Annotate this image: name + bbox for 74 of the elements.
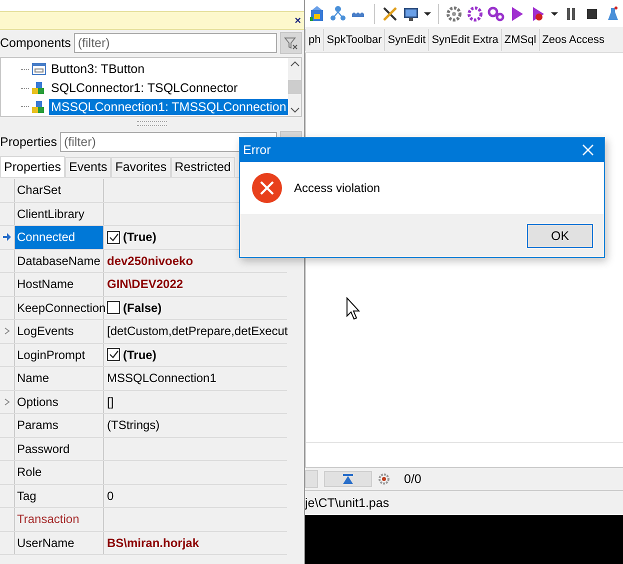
property-value: (True) xyxy=(123,348,156,362)
palette-tab[interactable]: ZMSql xyxy=(500,28,539,50)
property-value: BS\miran.horjak xyxy=(107,536,200,550)
blocks-icon xyxy=(32,100,46,114)
checkbox[interactable] xyxy=(107,230,120,244)
property-name[interactable]: Params xyxy=(14,414,104,436)
components-label: Components xyxy=(0,36,71,50)
toolbar-button[interactable] xyxy=(324,471,372,487)
window-icon xyxy=(32,62,46,76)
property-name[interactable]: Transaction xyxy=(14,508,104,530)
cursor-position: 0/0 xyxy=(404,472,422,486)
property-value: dev250nivoeko xyxy=(107,254,194,268)
property-value: (True) xyxy=(123,230,156,244)
checkbox[interactable] xyxy=(107,348,120,362)
property-name[interactable]: HostName xyxy=(14,273,104,296)
splitter-grip[interactable] xyxy=(137,120,167,126)
error-message: Access violation xyxy=(294,181,380,195)
inspector-tab[interactable]: Restricted xyxy=(170,157,235,177)
property-value: [] xyxy=(107,394,114,409)
filter-icon xyxy=(284,36,298,50)
property-name[interactable]: Options xyxy=(14,390,104,413)
property-name[interactable]: LoginPrompt xyxy=(14,344,104,366)
error-icon xyxy=(252,173,282,203)
arrow-icon xyxy=(3,233,11,242)
expand-icon[interactable] xyxy=(4,327,10,336)
file-path: je\CT\unit1.pas xyxy=(305,496,390,510)
property-value: (TStrings) xyxy=(107,418,160,432)
palette-tab[interactable]: SpkToolbar xyxy=(323,28,384,50)
palette-tab[interactable]: SynEdit Extra xyxy=(428,28,501,50)
property-name[interactable]: LogEvents xyxy=(14,320,104,342)
property-value: MSSQLConnection1 xyxy=(107,371,216,386)
tools-icon[interactable] xyxy=(381,4,399,22)
ok-button[interactable]: OK xyxy=(527,224,593,248)
close-hint-button[interactable]: × xyxy=(294,14,301,26)
property-name[interactable]: DatabaseName xyxy=(14,250,104,272)
scrollbar[interactable] xyxy=(288,58,302,116)
checkbox[interactable] xyxy=(107,301,120,314)
property-value: GIN\DEV2022 xyxy=(107,277,184,292)
inspector-tab[interactable]: Favorites xyxy=(111,157,171,177)
expand-icon[interactable] xyxy=(4,398,10,406)
property-name[interactable]: Tag xyxy=(14,484,104,507)
package-icon[interactable] xyxy=(308,4,326,22)
palette-tab[interactable]: SynEdit xyxy=(384,28,428,50)
chevron-down-icon[interactable] xyxy=(290,107,300,113)
mouse-pointer-icon xyxy=(346,297,360,321)
chevron-up-icon[interactable] xyxy=(290,61,300,67)
property-value: [detCustom,detPrepare,detExecut xyxy=(107,324,288,338)
property-value: (False) xyxy=(123,300,162,315)
property-name[interactable]: Role xyxy=(14,461,104,484)
property-value: 0 xyxy=(107,488,114,503)
inspector-tab[interactable]: Events xyxy=(64,157,112,177)
tree-item[interactable]: Button3: TButton xyxy=(49,61,147,78)
property-name[interactable]: Password xyxy=(14,438,104,460)
tree-item[interactable]: MSSQLConnection1: TMSSQLConnection xyxy=(49,98,288,115)
property-name[interactable]: UserName xyxy=(14,532,104,554)
close-icon[interactable] xyxy=(582,144,594,156)
components-filter-field[interactable]: (filter) xyxy=(74,33,277,53)
tree-item[interactable]: SQLConnector1: TSQLConnector xyxy=(49,80,240,96)
gear-icon[interactable] xyxy=(466,4,484,22)
property-name[interactable]: CharSet xyxy=(14,179,104,202)
gears-icon[interactable] xyxy=(487,4,505,22)
property-name[interactable]: Name xyxy=(14,367,104,390)
network-icon[interactable] xyxy=(329,4,347,22)
clear-filter-button[interactable] xyxy=(280,32,302,54)
triangle-bar-icon xyxy=(342,473,354,485)
gear-icon[interactable] xyxy=(445,4,463,22)
properties-label: Properties xyxy=(0,135,57,149)
blocks-icon xyxy=(32,81,46,95)
property-name[interactable]: KeepConnection xyxy=(14,296,104,319)
inspector-tab[interactable]: Properties xyxy=(0,156,65,177)
property-name[interactable]: Connected xyxy=(14,226,104,248)
palette-tab[interactable]: Zeos Access xyxy=(538,28,607,50)
property-name[interactable]: ClientLibrary xyxy=(14,202,104,225)
gear-icon[interactable] xyxy=(378,473,390,485)
